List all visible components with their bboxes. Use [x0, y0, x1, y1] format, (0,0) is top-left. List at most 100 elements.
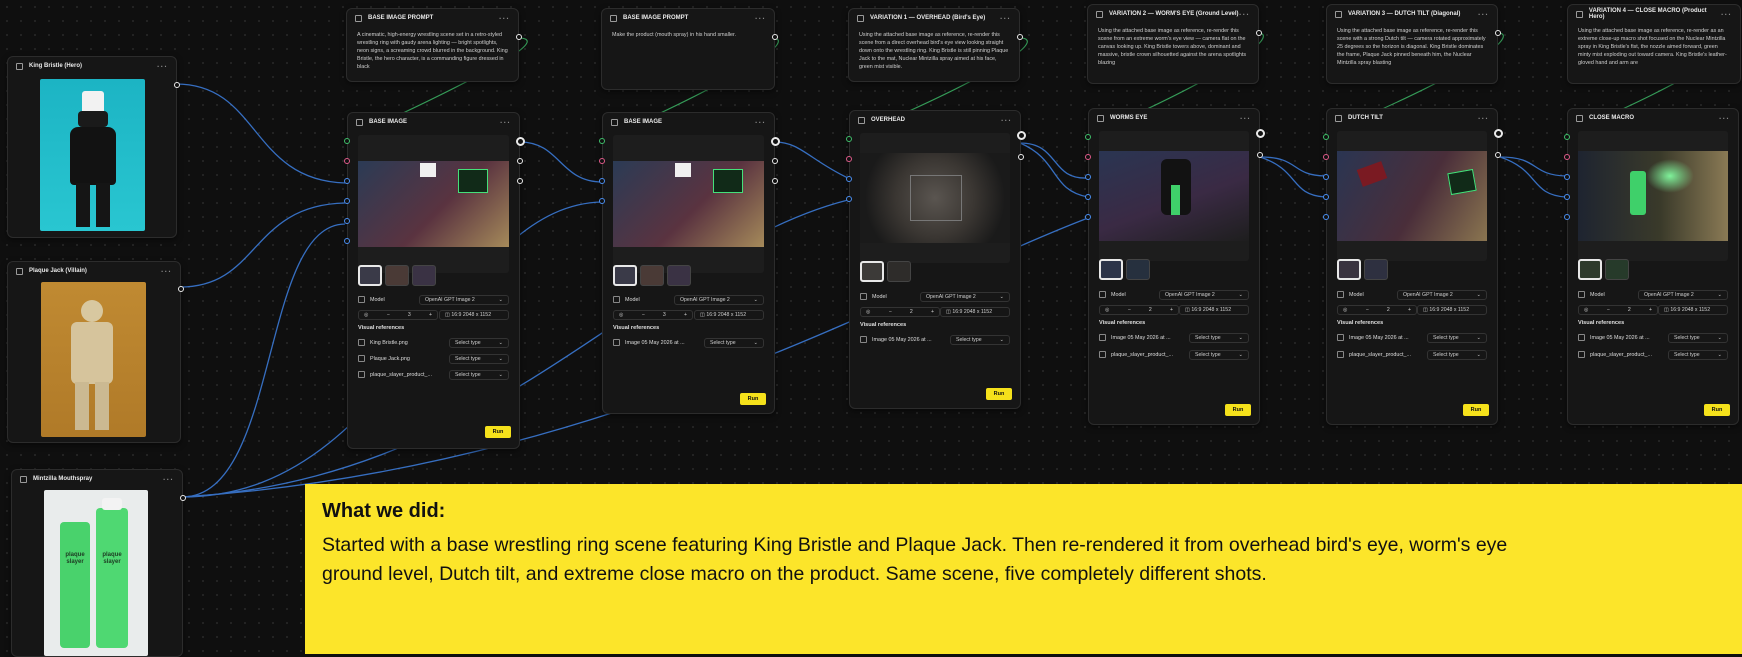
- variant-thumb[interactable]: [1364, 259, 1388, 280]
- output-port[interactable]: [517, 178, 523, 184]
- minus-icon[interactable]: −: [1366, 307, 1369, 313]
- output-port[interactable]: [771, 137, 780, 146]
- generator-node-close-macro[interactable]: CLOSE MACRO ··· Model OpenAI GPT Image 2 ⌄…: [1564, 108, 1739, 425]
- prompt-input-port[interactable]: [599, 138, 605, 144]
- more-icon[interactable]: ···: [1478, 10, 1489, 19]
- reference-input-port[interactable]: [599, 198, 605, 204]
- aspect-select[interactable]: ◫ 16:9 2048 x 1152: [1179, 304, 1249, 315]
- more-icon[interactable]: ···: [500, 118, 511, 127]
- variant-thumb[interactable]: [385, 265, 409, 286]
- model-select[interactable]: OpenAI GPT Image 2 ⌄: [419, 294, 509, 305]
- aspect-select[interactable]: ◫ 16:9 2048 x 1152: [940, 306, 1010, 317]
- minus-icon[interactable]: −: [642, 312, 645, 318]
- run-button[interactable]: Run: [740, 393, 766, 405]
- reference-input-port[interactable]: [1564, 174, 1570, 180]
- reference-type-select[interactable]: Select type ⌄: [1189, 349, 1249, 360]
- run-button[interactable]: Run: [485, 426, 511, 438]
- minus-icon[interactable]: −: [1128, 307, 1131, 313]
- plus-icon[interactable]: +: [931, 309, 934, 315]
- more-icon[interactable]: ···: [157, 62, 168, 71]
- output-port[interactable]: [180, 495, 186, 501]
- model-select[interactable]: OpenAI GPT Image 2 ⌄: [1397, 289, 1487, 300]
- minus-icon[interactable]: −: [1607, 307, 1610, 313]
- reference-input-port[interactable]: [1323, 194, 1329, 200]
- reference-input-port[interactable]: [1085, 174, 1091, 180]
- more-icon[interactable]: ···: [1719, 114, 1730, 123]
- count-stepper[interactable]: ◎ − 3 +: [613, 309, 693, 320]
- model-select[interactable]: OpenAI GPT Image 2 ⌄: [674, 294, 764, 305]
- minus-icon[interactable]: −: [889, 309, 892, 315]
- more-icon[interactable]: ···: [1239, 10, 1250, 19]
- reference-input-port[interactable]: [846, 176, 852, 182]
- variant-thumb[interactable]: [1099, 259, 1123, 280]
- output-port[interactable]: [517, 158, 523, 164]
- output-port[interactable]: [772, 178, 778, 184]
- asset-node-king-bristle[interactable]: King Bristle (Hero) ···: [7, 56, 180, 238]
- aspect-select[interactable]: ◫ 16:9 2048 x 1152: [439, 309, 509, 320]
- prompt-node-3[interactable]: VARIATION 1 — OVERHEAD (Bird's Eye) ··· U…: [848, 8, 1023, 82]
- variant-thumb[interactable]: [412, 265, 436, 286]
- run-button[interactable]: Run: [1704, 404, 1730, 416]
- output-port[interactable]: [1256, 30, 1262, 36]
- reference-input-port[interactable]: [344, 218, 350, 224]
- prompt-node-6[interactable]: VARIATION 4 — CLOSE MACRO (Product Hero)…: [1567, 4, 1741, 84]
- output-port[interactable]: [1018, 154, 1024, 160]
- reference-type-select[interactable]: Select type ⌄: [1668, 349, 1728, 360]
- reference-input-port[interactable]: [599, 178, 605, 184]
- plus-icon[interactable]: +: [1170, 307, 1173, 313]
- reference-input-port[interactable]: [1085, 194, 1091, 200]
- variant-thumb[interactable]: [613, 265, 637, 286]
- asset-node-mintzilla[interactable]: Mintzilla Mouthspray ··· plaque slayer pla…: [11, 469, 186, 657]
- reference-type-select[interactable]: Select type ⌄: [449, 353, 509, 364]
- generator-node-worms-eye[interactable]: WORMS EYE ··· Model OpenAI GPT Image 2 ⌄ ◎…: [1085, 108, 1265, 425]
- minus-icon[interactable]: −: [387, 312, 390, 318]
- prompt-text[interactable]: Using the attached base image as referen…: [849, 27, 1019, 79]
- reference-type-select[interactable]: Select type ⌄: [704, 337, 764, 348]
- input-port[interactable]: [1323, 154, 1329, 160]
- prompt-node-2[interactable]: BASE IMAGE PROMPT ··· Make the product (m…: [601, 8, 778, 90]
- reference-type-select[interactable]: Select type ⌄: [1189, 332, 1249, 343]
- aspect-select[interactable]: ◫ 16:9 2048 x 1152: [1658, 304, 1728, 315]
- reference-input-port[interactable]: [1564, 194, 1570, 200]
- prompt-text[interactable]: Using the attached base image as referen…: [1327, 23, 1497, 75]
- more-icon[interactable]: ···: [1000, 14, 1011, 23]
- more-icon[interactable]: ···: [1721, 10, 1732, 19]
- input-port[interactable]: [1564, 154, 1570, 160]
- run-button[interactable]: Run: [1225, 404, 1251, 416]
- output-port[interactable]: [1495, 30, 1501, 36]
- output-port[interactable]: [516, 137, 525, 146]
- input-port[interactable]: [846, 156, 852, 162]
- output-port[interactable]: [178, 286, 184, 292]
- aspect-select[interactable]: ◫ 16:9 2048 x 1152: [694, 309, 764, 320]
- output-port[interactable]: [1257, 152, 1263, 158]
- input-port[interactable]: [1085, 154, 1091, 160]
- variant-thumb[interactable]: [1337, 259, 1361, 280]
- reference-input-port[interactable]: [846, 196, 852, 202]
- prompt-node-5[interactable]: VARIATION 3 — DUTCH TILT (Diagonal) ··· U…: [1326, 4, 1501, 84]
- output-port[interactable]: [772, 158, 778, 164]
- generator-node-base-2[interactable]: BASE IMAGE ··· Model OpenAI GPT Image 2 ⌄ …: [599, 112, 780, 414]
- prompt-input-port[interactable]: [1323, 134, 1329, 140]
- more-icon[interactable]: ···: [163, 475, 174, 484]
- model-select[interactable]: OpenAI GPT Image 2 ⌄: [1159, 289, 1249, 300]
- variant-thumb[interactable]: [860, 261, 884, 282]
- reference-type-select[interactable]: Select type ⌄: [1668, 332, 1728, 343]
- reference-input-port[interactable]: [344, 198, 350, 204]
- input-port[interactable]: [599, 158, 605, 164]
- output-port[interactable]: [174, 82, 180, 88]
- count-stepper[interactable]: ◎ − 2 +: [1578, 304, 1658, 315]
- output-port[interactable]: [516, 34, 522, 40]
- run-button[interactable]: Run: [1463, 404, 1489, 416]
- reference-input-port[interactable]: [1323, 214, 1329, 220]
- plus-icon[interactable]: +: [1408, 307, 1411, 313]
- model-select[interactable]: OpenAI GPT Image 2 ⌄: [1638, 289, 1728, 300]
- prompt-input-port[interactable]: [1564, 134, 1570, 140]
- prompt-input-port[interactable]: [1085, 134, 1091, 140]
- output-port[interactable]: [1017, 131, 1026, 140]
- output-port[interactable]: [1495, 152, 1501, 158]
- output-port[interactable]: [772, 34, 778, 40]
- reference-type-select[interactable]: Select type ⌄: [449, 369, 509, 380]
- plus-icon[interactable]: +: [684, 312, 687, 318]
- aspect-select[interactable]: ◫ 16:9 2048 x 1152: [1417, 304, 1487, 315]
- variant-thumb[interactable]: [1578, 259, 1602, 280]
